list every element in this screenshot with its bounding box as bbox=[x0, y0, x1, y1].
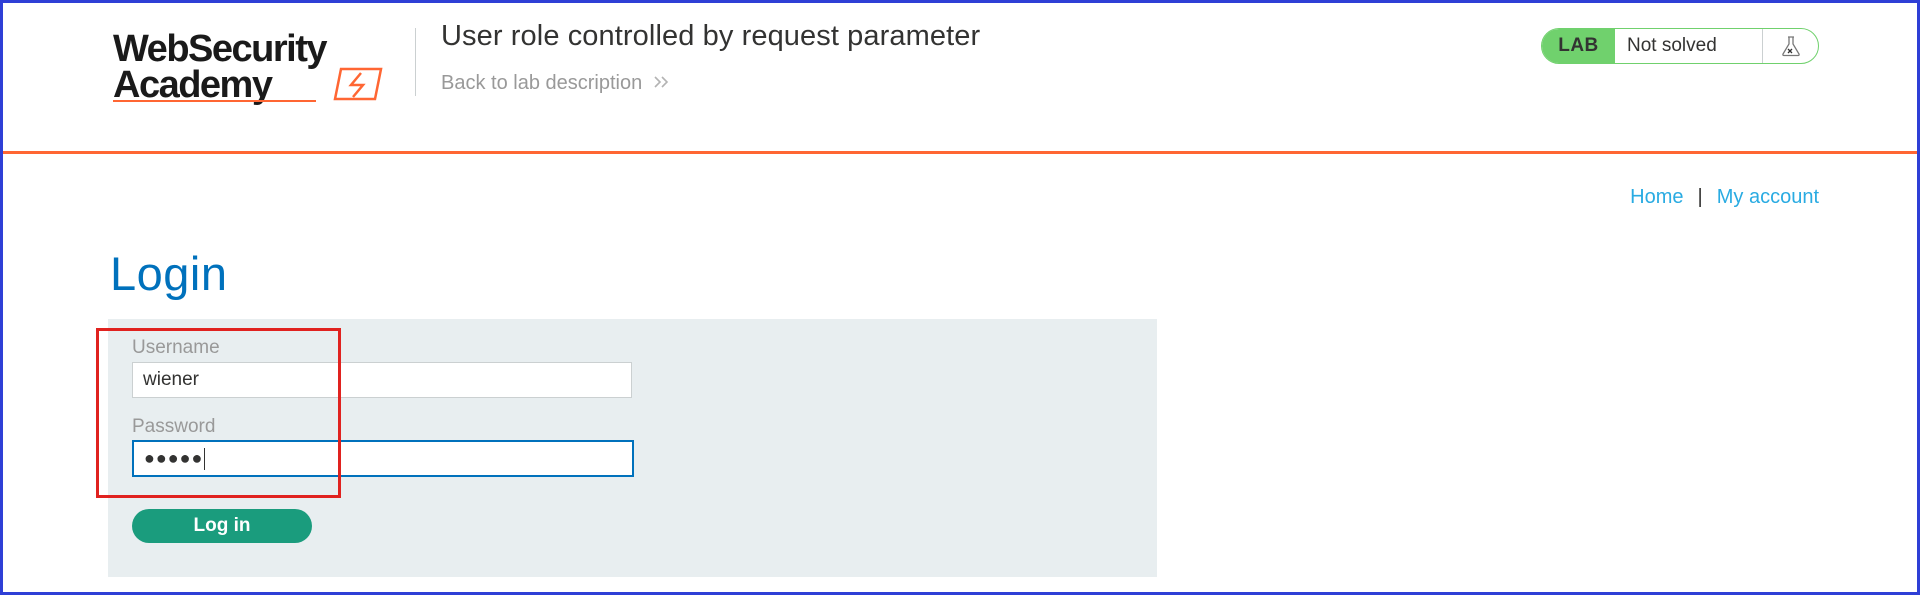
nav-home-link[interactable]: Home bbox=[1630, 186, 1683, 209]
username-value: wiener bbox=[143, 369, 199, 390]
flask-icon bbox=[1763, 29, 1818, 63]
login-form: Username wiener Password ●●●●● Log in bbox=[108, 319, 1157, 577]
password-value: ●●●●● bbox=[144, 448, 204, 468]
password-label: Password bbox=[132, 416, 216, 437]
password-input[interactable]: ●●●●● bbox=[132, 440, 634, 477]
web-security-academy-logo[interactable]: WebSecurity Academy bbox=[111, 25, 411, 106]
lab-title: User role controlled by request paramete… bbox=[441, 20, 981, 52]
top-nav: Home | My account bbox=[1630, 186, 1819, 209]
lab-header: WebSecurity Academy User role controlled… bbox=[3, 3, 1917, 154]
page-title: Login bbox=[110, 247, 228, 300]
lab-badge: LAB bbox=[1542, 29, 1615, 63]
back-link-label: Back to lab description bbox=[441, 72, 643, 94]
header-divider bbox=[415, 28, 416, 96]
login-button[interactable]: Log in bbox=[132, 509, 312, 543]
nav-my-account-link[interactable]: My account bbox=[1717, 186, 1819, 209]
username-label: Username bbox=[132, 337, 220, 358]
back-to-lab-description-link[interactable]: Back to lab description bbox=[441, 72, 671, 95]
lab-status-widget: LAB Not solved bbox=[1541, 28, 1819, 64]
double-chevron-right-icon bbox=[653, 72, 671, 95]
nav-separator: | bbox=[1697, 186, 1703, 208]
username-input[interactable]: wiener bbox=[132, 362, 632, 398]
text-cursor bbox=[204, 447, 206, 470]
svg-text:Academy: Academy bbox=[113, 64, 273, 106]
lab-status: Not solved bbox=[1615, 29, 1763, 63]
